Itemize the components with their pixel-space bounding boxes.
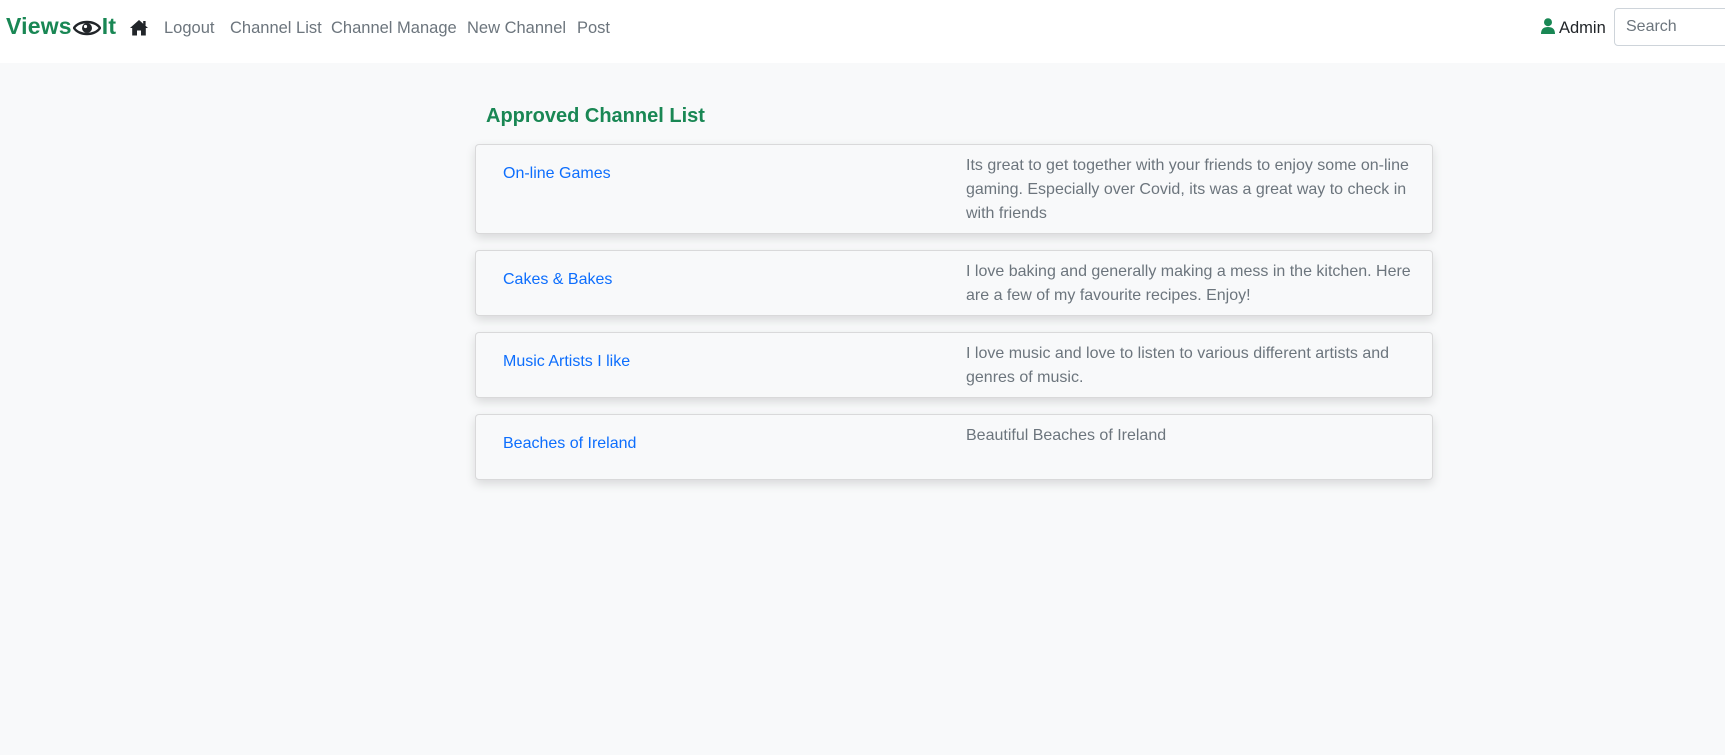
brand-text-right: It <box>101 13 117 39</box>
home-icon[interactable] <box>129 18 149 38</box>
channel-link[interactable]: On-line Games <box>503 165 611 183</box>
page-title: Approved Channel List <box>486 105 705 127</box>
eye-icon <box>72 17 102 37</box>
top-navbar: Views It Logout Channel List Channel Man… <box>0 0 1725 63</box>
channel-card: Cakes & Bakes I love baking and generall… <box>475 250 1433 316</box>
user-menu[interactable]: Admin <box>1541 18 1606 39</box>
nav-link-channel-list[interactable]: Channel List <box>230 19 322 38</box>
channel-card: On-line Games Its great to get together … <box>475 144 1433 234</box>
brand-logo[interactable]: Views It <box>6 13 116 40</box>
brand-text-left: Views <box>6 13 72 39</box>
channel-description: I love music and love to listen to vario… <box>966 345 1390 386</box>
channel-card: Beaches of Ireland Beautiful Beaches of … <box>475 414 1433 480</box>
channel-link[interactable]: Beaches of Ireland <box>503 435 636 453</box>
nav-link-channel-manage[interactable]: Channel Manage <box>331 19 457 38</box>
nav-link-logout[interactable]: Logout <box>164 19 214 38</box>
user-icon <box>1541 18 1559 39</box>
channel-description: I love baking and generally making a mes… <box>966 263 1411 304</box>
channel-link[interactable]: Music Artists I like <box>503 353 630 371</box>
channel-link[interactable]: Cakes & Bakes <box>503 271 612 289</box>
channel-description: Its great to get together with your frie… <box>966 157 1409 222</box>
user-name: Admin <box>1559 19 1606 37</box>
nav-link-post[interactable]: Post <box>577 19 610 38</box>
nav-link-new-channel[interactable]: New Channel <box>467 19 566 38</box>
channel-description: Beautiful Beaches of Ireland <box>966 427 1167 444</box>
search-input[interactable] <box>1614 8 1725 46</box>
channel-card: Music Artists I like I love music and lo… <box>475 332 1433 398</box>
